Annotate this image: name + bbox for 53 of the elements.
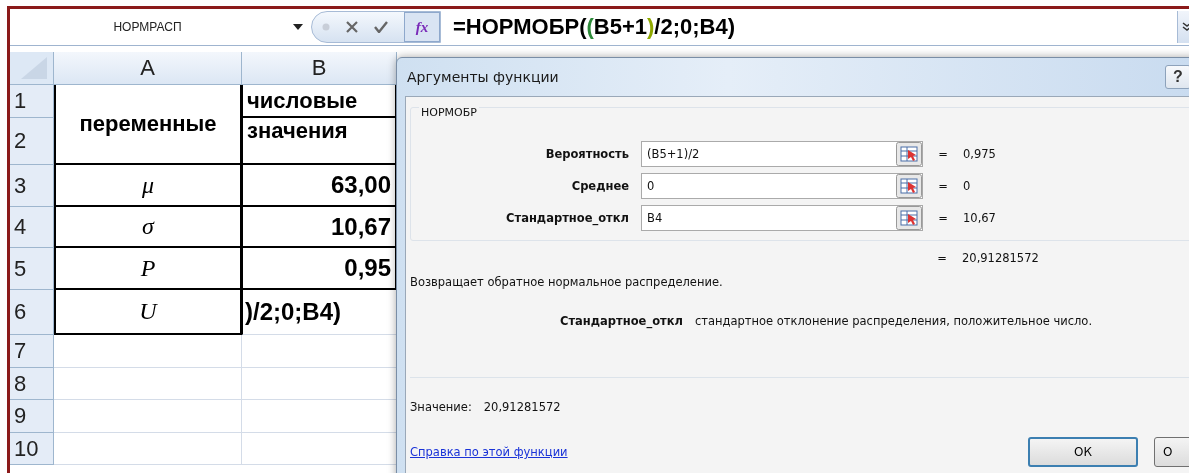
argument-result: 0,975: [963, 147, 996, 161]
row-header[interactable]: 5: [10, 248, 54, 290]
argument-description: стандартное отклонение распределения, положительное число.: [694, 314, 1093, 328]
row-header[interactable]: 9: [10, 400, 54, 433]
argument-label: Стандартное_откл: [505, 211, 630, 225]
argument-label: Вероятность: [544, 147, 630, 161]
equals-sign: =: [937, 147, 949, 161]
equals-sign: =: [937, 211, 949, 225]
row-header[interactable]: 8: [10, 368, 54, 400]
dropdown-arrow-icon[interactable]: [293, 24, 303, 30]
double-chevron-icon: [1182, 22, 1189, 32]
ok-button[interactable]: ОК: [1028, 437, 1138, 467]
argument-field[interactable]: (B5+1)/2: [641, 141, 923, 167]
row-header[interactable]: 4: [10, 207, 54, 248]
column-header[interactable]: B: [242, 52, 397, 85]
cancel-icon[interactable]: [346, 21, 358, 33]
table-cell: σ: [54, 207, 242, 248]
help-button[interactable]: ?: [1165, 65, 1189, 89]
argument-result: 10,67: [963, 211, 996, 225]
range-select-icon[interactable]: [896, 142, 922, 166]
function-description: Возвращает обратное нормальное распределение.: [410, 275, 724, 291]
name-box[interactable]: НОРМРАСП: [10, 20, 285, 34]
range-select-icon[interactable]: [896, 174, 922, 198]
circle-icon: [322, 23, 330, 31]
argument-result: 0: [963, 179, 971, 193]
table-cell: μ: [54, 165, 242, 207]
formula-result: 20,91281572: [962, 251, 1039, 265]
table-cell: P: [54, 248, 242, 290]
equals-sign: =: [937, 179, 949, 193]
check-icon[interactable]: [374, 21, 388, 33]
row-header[interactable]: 7: [10, 335, 54, 368]
insert-function-button[interactable]: fx: [404, 12, 440, 42]
argument-field[interactable]: 0: [641, 173, 923, 199]
row-header[interactable]: 10: [10, 433, 54, 465]
column-header[interactable]: A: [54, 52, 242, 85]
dialog-title: Аргументы функции: [406, 69, 559, 85]
argument-name: Стандартное_откл: [560, 314, 683, 328]
cancel-button[interactable]: О: [1154, 437, 1189, 467]
row-header[interactable]: 3: [10, 165, 54, 207]
function-name: НОРМОБР: [419, 106, 479, 119]
argument-field[interactable]: B4: [641, 205, 923, 231]
help-link[interactable]: Справка по этой функции: [410, 445, 568, 459]
row-header[interactable]: 6: [10, 290, 54, 335]
table-cell: U: [54, 290, 242, 335]
row-header[interactable]: 1: [10, 85, 54, 118]
table-cell: переменные: [54, 85, 242, 165]
value-text: 20,91281572: [483, 400, 561, 414]
range-select-icon[interactable]: [896, 206, 922, 230]
value-label: Значение:: [410, 400, 472, 414]
equals-sign: =: [936, 251, 948, 265]
row-header[interactable]: 2: [10, 118, 54, 165]
formula-field[interactable]: =НОРМОБР((B5+1)/2;0;B4): [441, 14, 1177, 40]
argument-label: Среднее: [570, 179, 630, 193]
